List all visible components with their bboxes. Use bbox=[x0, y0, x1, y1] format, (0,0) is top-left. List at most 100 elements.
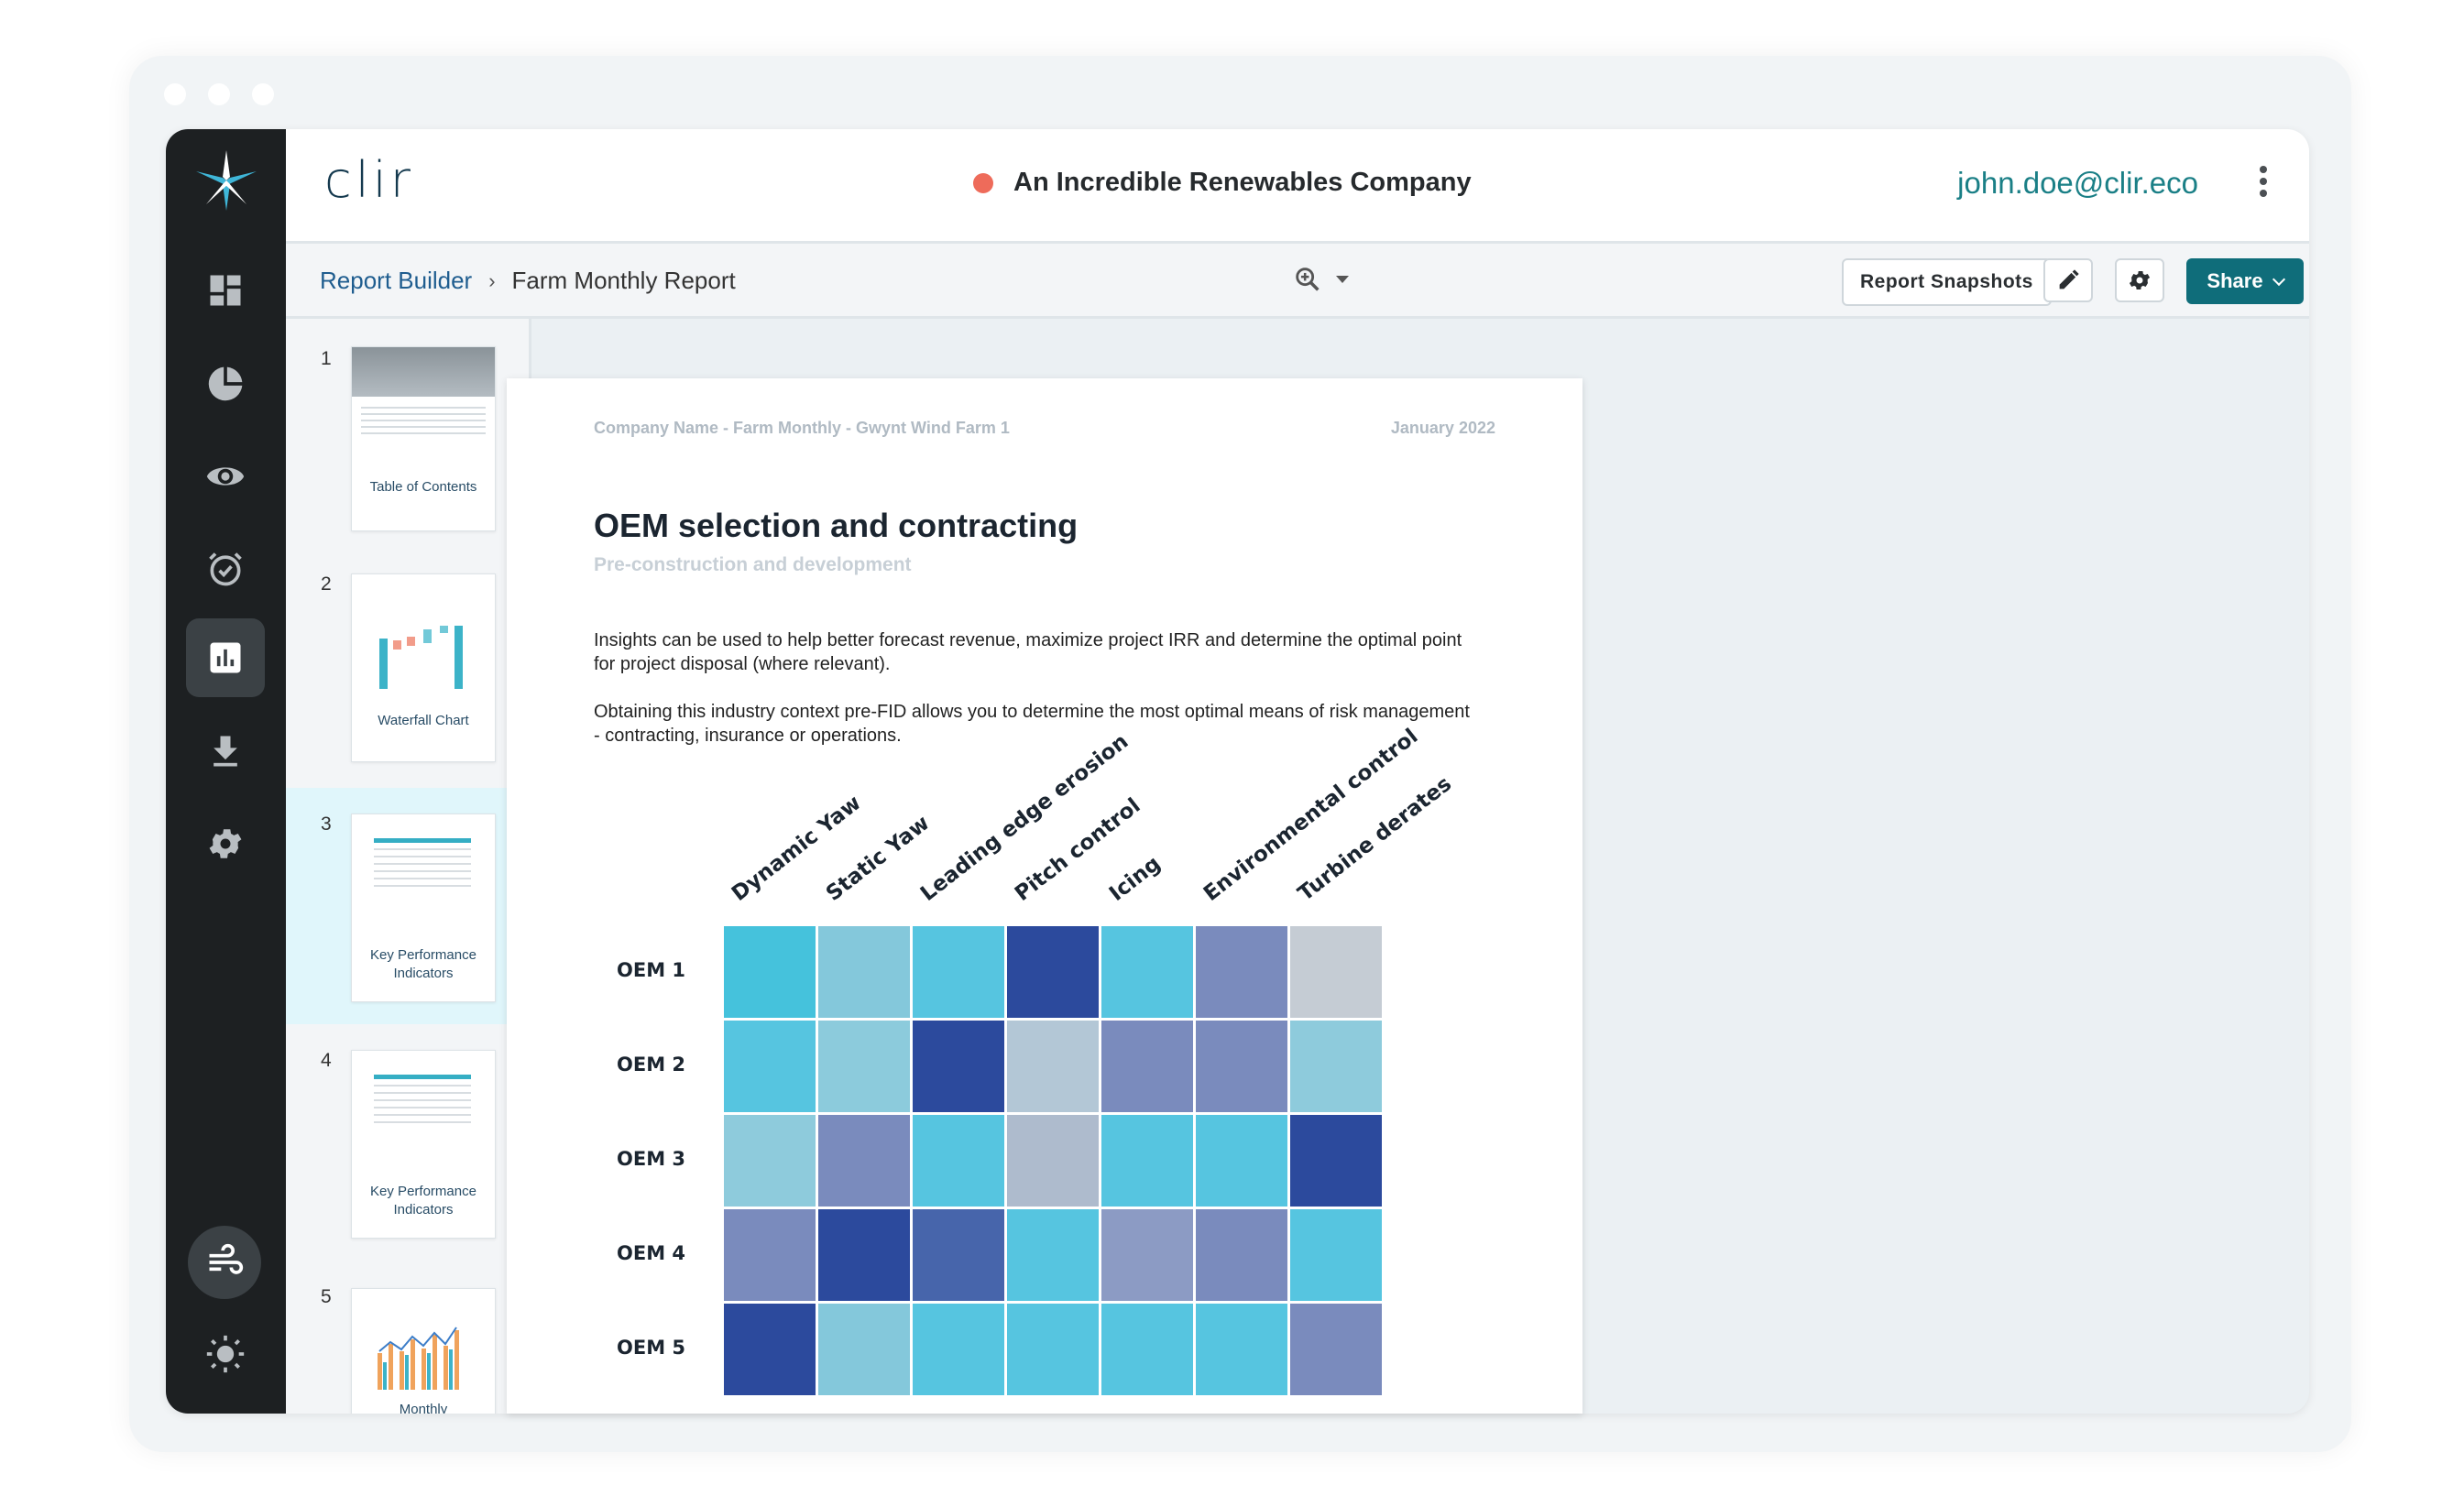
heatmap-cell[interactable] bbox=[1196, 1115, 1287, 1207]
report-toolbar: Report Builder › Farm Monthly Report Rep… bbox=[286, 244, 2309, 319]
heatmap-cell[interactable] bbox=[724, 1021, 816, 1112]
heatmap-cell[interactable] bbox=[1101, 1115, 1193, 1207]
heatmap-cell[interactable] bbox=[1101, 1209, 1193, 1301]
sidebar-item-alarms[interactable] bbox=[186, 530, 265, 608]
heatmap-cell[interactable] bbox=[724, 1304, 816, 1395]
page-header-meta: Company Name - Farm Monthly - Gwynt Wind… bbox=[594, 419, 1010, 437]
thumbnail-card[interactable]: Waterfall Chart bbox=[351, 573, 496, 762]
table-thumbnail-image bbox=[374, 838, 471, 892]
bar-chart-icon bbox=[210, 642, 241, 673]
user-email-link[interactable]: john.doe@clir.eco bbox=[1957, 166, 2198, 201]
heatmap-cell[interactable] bbox=[913, 1115, 1004, 1207]
waterfall-thumbnail-image bbox=[379, 626, 463, 689]
heatmap-cell[interactable] bbox=[1007, 1304, 1099, 1395]
page-header-date: January 2022 bbox=[1390, 419, 1495, 437]
heatmap-cell[interactable] bbox=[913, 1209, 1004, 1301]
theme-toggle-button[interactable] bbox=[186, 1315, 265, 1393]
heatmap-cell[interactable] bbox=[818, 926, 910, 1018]
status-dot bbox=[973, 172, 993, 193]
thumbnail-toc-lines bbox=[352, 397, 495, 444]
chevron-down-icon bbox=[1336, 276, 1349, 283]
clir-star-logo-icon[interactable] bbox=[193, 147, 259, 213]
heatmap-cell[interactable] bbox=[913, 1304, 1004, 1395]
thumbnail-label: Waterfall Chart bbox=[378, 713, 469, 728]
thumbnail-cover-image bbox=[352, 347, 495, 397]
heatmap-cell[interactable] bbox=[1196, 926, 1287, 1018]
sidebar-item-reports[interactable] bbox=[186, 618, 265, 697]
heatmap-cell[interactable] bbox=[1101, 926, 1193, 1018]
report-settings-button[interactable] bbox=[2115, 258, 2164, 302]
heatmap-cell[interactable] bbox=[1101, 1304, 1193, 1395]
heatmap-cell[interactable] bbox=[1101, 1021, 1193, 1112]
sidebar bbox=[166, 129, 286, 1414]
heatmap-cell[interactable] bbox=[1290, 1021, 1382, 1112]
heatmap-cell[interactable] bbox=[724, 1115, 816, 1207]
window-dot[interactable] bbox=[208, 83, 230, 105]
thumbnail-item[interactable]: 1 Table of Contents bbox=[286, 319, 529, 548]
sidebar-item-analytics[interactable] bbox=[186, 344, 265, 423]
window-dot[interactable] bbox=[164, 83, 186, 105]
gear-icon bbox=[2129, 270, 2151, 290]
breadcrumb-current: Farm Monthly Report bbox=[511, 267, 736, 294]
heatmap-cell[interactable] bbox=[1007, 1021, 1099, 1112]
pencil-icon bbox=[2059, 269, 2079, 289]
thumbnail-label: Table of Contents bbox=[369, 479, 477, 495]
breadcrumb-report-builder[interactable]: Report Builder bbox=[320, 267, 472, 295]
window-controls bbox=[164, 83, 274, 105]
thumbnail-label: Key Performance Indicators bbox=[370, 947, 476, 981]
sidebar-item-monitor[interactable] bbox=[186, 437, 265, 516]
gear-icon bbox=[209, 829, 242, 858]
heatmap-column-label: Turbine derates bbox=[1293, 771, 1457, 906]
sidebar-item-settings[interactable] bbox=[186, 804, 265, 883]
edit-button[interactable] bbox=[2043, 258, 2093, 302]
heatmap-cell[interactable] bbox=[1007, 1115, 1099, 1207]
wind-toggle-button[interactable] bbox=[188, 1226, 261, 1299]
thumbnail-card[interactable]: Key Performance Indicators bbox=[351, 814, 496, 1002]
more-menu-icon[interactable] bbox=[2254, 166, 2272, 202]
heatmap-row-label: OEM 4 bbox=[617, 1242, 686, 1264]
zoom-control[interactable] bbox=[1292, 264, 1349, 295]
thumbnail-card[interactable]: Table of Contents bbox=[351, 346, 496, 531]
heatmap-cell[interactable] bbox=[818, 1304, 910, 1395]
share-label: Share bbox=[2207, 269, 2263, 292]
report-page[interactable]: Company Name - Farm Monthly - Gwynt Wind… bbox=[507, 378, 1582, 1414]
sidebar-item-downloads[interactable] bbox=[186, 712, 265, 791]
heatmap-cell[interactable] bbox=[1196, 1304, 1287, 1395]
heatmap-row-label: OEM 3 bbox=[617, 1148, 686, 1170]
breadcrumb: Report Builder › Farm Monthly Report bbox=[320, 267, 736, 295]
heatmap-cell[interactable] bbox=[1290, 1115, 1382, 1207]
thumbnail-card[interactable]: Key Performance Indicators bbox=[351, 1050, 496, 1239]
heatmap-row-label: OEM 1 bbox=[617, 959, 686, 981]
heatmap-cell[interactable] bbox=[1007, 926, 1099, 1018]
heatmap-row-label: OEM 5 bbox=[617, 1337, 686, 1359]
sidebar-item-dashboard[interactable] bbox=[186, 251, 265, 330]
heatmap-cell[interactable] bbox=[724, 926, 816, 1018]
thumbnail-item-active[interactable]: 3 Key Performance Indicators bbox=[286, 788, 529, 1024]
heatmap-cell[interactable] bbox=[913, 926, 1004, 1018]
heatmap-cell[interactable] bbox=[818, 1115, 910, 1207]
heatmap-cell[interactable] bbox=[1196, 1021, 1287, 1112]
heatmap-cell[interactable] bbox=[818, 1209, 910, 1301]
company-selector[interactable]: An Incredible Renewables Company bbox=[973, 168, 1472, 198]
window-dot[interactable] bbox=[252, 83, 274, 105]
report-snapshots-button[interactable]: Report Snapshots bbox=[1842, 258, 2052, 306]
heatmap-cell[interactable] bbox=[1290, 926, 1382, 1018]
chevron-down-icon bbox=[2272, 272, 2285, 286]
heatmap-cell[interactable] bbox=[913, 1021, 1004, 1112]
brand-logo[interactable]: clir bbox=[324, 151, 414, 209]
heatmap-cell[interactable] bbox=[1196, 1209, 1287, 1301]
heatmap-column-label: Icing bbox=[1104, 851, 1166, 906]
zoom-in-icon bbox=[1296, 268, 1320, 291]
thumbnail-item[interactable]: 5 Monthly bbox=[286, 1261, 529, 1414]
thumbnail-item[interactable]: 4 Key Performance Indicators bbox=[286, 1024, 529, 1261]
company-name: An Incredible Renewables Company bbox=[1013, 168, 1472, 197]
heatmap-cell[interactable] bbox=[1007, 1209, 1099, 1301]
thumbnail-item[interactable]: 2 Waterfall Chart bbox=[286, 548, 529, 788]
share-button[interactable]: Share bbox=[2186, 258, 2304, 304]
thumbnail-card[interactable]: Monthly bbox=[351, 1288, 496, 1414]
heatmap-cell[interactable] bbox=[724, 1209, 816, 1301]
chevron-right-icon: › bbox=[488, 268, 496, 292]
heatmap-cell[interactable] bbox=[1290, 1304, 1382, 1395]
heatmap-cell[interactable] bbox=[1290, 1209, 1382, 1301]
heatmap-cell[interactable] bbox=[818, 1021, 910, 1112]
